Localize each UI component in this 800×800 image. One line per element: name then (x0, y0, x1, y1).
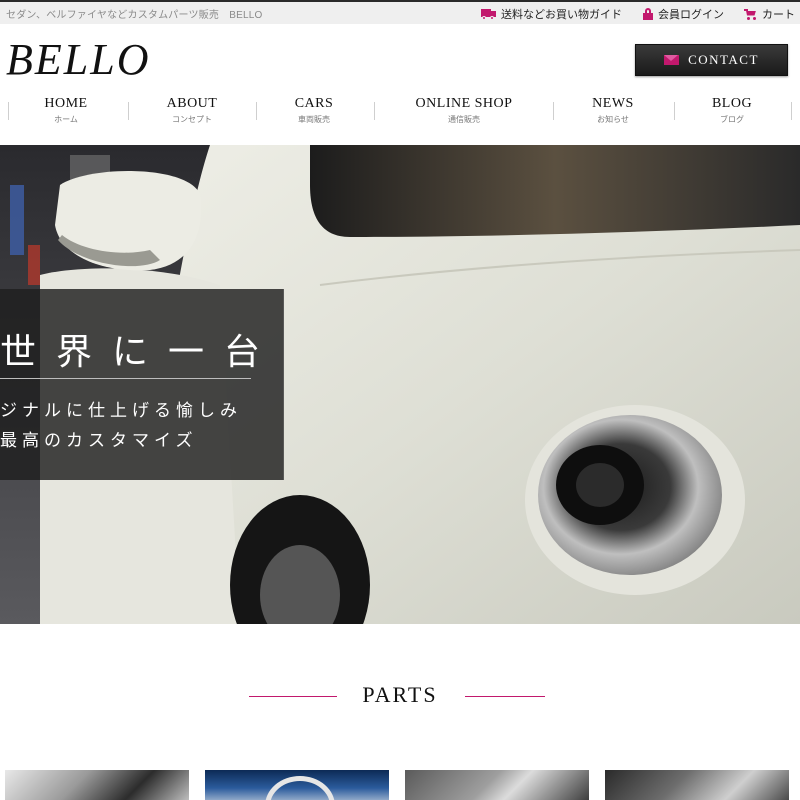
nav-item-label: ONLINE SHOP (415, 96, 513, 111)
heading-rule-right (465, 696, 545, 697)
hero-title: 世界に一台 (0, 332, 281, 373)
part-thumbnail[interactable] (205, 770, 389, 800)
nav-item-sublabel: お知らせ (597, 115, 629, 124)
part-thumbnail[interactable] (605, 770, 789, 800)
hero-divider (0, 378, 251, 379)
part-thumbnail[interactable] (405, 770, 589, 800)
cart-link[interactable]: カート (744, 6, 795, 22)
hero-text-panel (0, 289, 284, 480)
nav-divider (8, 102, 9, 120)
main-navigation: HOME ホーム ABOUT コンセプト CARS 車両販売 ONLINE SH… (0, 94, 800, 134)
part-thumbnail[interactable] (5, 770, 189, 800)
hero-subtitle-2: 最高のカスタマイズ (0, 431, 198, 451)
envelope-icon (664, 55, 680, 65)
nav-item-home[interactable]: HOME ホーム (16, 94, 116, 134)
member-login-link[interactable]: 会員ログイン (643, 6, 724, 22)
nav-item-label: BLOG (711, 96, 753, 111)
lock-icon (643, 8, 653, 20)
nav-item-label: NEWS (592, 96, 634, 111)
nav-item-sublabel: コンセプト (172, 115, 212, 124)
nav-item-cars[interactable]: CARS 車両販売 (264, 94, 364, 134)
nav-item-news[interactable]: NEWS お知らせ (563, 94, 663, 134)
nav-divider (256, 102, 257, 120)
shopping-guide-label: 送料などお買い物ガイド (501, 9, 622, 21)
nav-item-sublabel: ブログ (720, 115, 744, 124)
nav-item-about[interactable]: ABOUT コンセプト (142, 94, 242, 134)
hero-subtitle-1: ジナルに仕上げる愉しみ (0, 401, 242, 421)
contact-label: CONTACT (688, 52, 759, 67)
nav-item-blog[interactable]: BLOG ブログ (682, 94, 782, 134)
nav-item-label: CARS (294, 96, 334, 111)
parts-heading: PARTS (362, 682, 438, 707)
nav-item-label: HOME (44, 96, 88, 111)
shopping-guide-link[interactable]: 送料などお買い物ガイド (481, 6, 622, 22)
nav-item-online-shop[interactable]: ONLINE SHOP 通信販売 (396, 94, 532, 134)
nav-divider (128, 102, 129, 120)
contact-button[interactable]: CONTACT (635, 44, 788, 76)
nav-item-sublabel: ホーム (54, 115, 78, 124)
nav-item-sublabel: 車両販売 (298, 115, 330, 124)
nav-divider (674, 102, 675, 120)
nav-item-label: ABOUT (166, 96, 218, 111)
nav-item-sublabel: 通信販売 (448, 115, 480, 124)
nav-divider (553, 102, 554, 120)
cart-icon (744, 8, 757, 20)
truck-icon (481, 9, 496, 20)
nav-divider (791, 102, 792, 120)
nav-divider (374, 102, 375, 120)
cart-label: カート (762, 9, 795, 21)
site-tagline: セダン、ベルファイヤなどカスタムパーツ販売 BELLO (6, 10, 263, 21)
member-login-label: 会員ログイン (658, 9, 724, 21)
site-logo[interactable]: BELLO (6, 34, 150, 86)
top-utility-bar: セダン、ベルファイヤなどカスタムパーツ販売 BELLO 送料などお買い物ガイド … (0, 0, 800, 24)
